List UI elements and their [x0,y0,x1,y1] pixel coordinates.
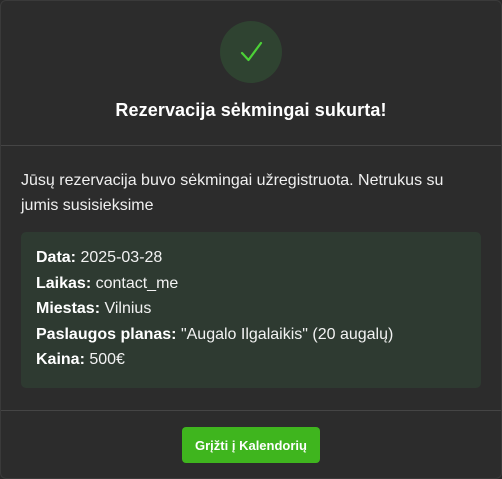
dialog-body: Jūsų rezervacija buvo sėkmingai užregist… [1,146,501,411]
reservation-details-box: Data: 2025-03-28 Laikas: contact_me Mies… [21,232,481,388]
date-value: 2025-03-28 [80,249,163,266]
confirmation-message: Jūsų rezervacija buvo sėkmingai užregist… [21,172,444,214]
price-value: 500€ [89,351,125,368]
reservation-success-dialog: Rezervacija sėkmingai sukurta! Jūsų reze… [0,0,502,479]
city-value: Vilnius [104,300,152,317]
dialog-title: Rezervacija sėkmingai sukurta! [115,100,387,120]
detail-row-date: Data: 2025-03-28 [36,245,466,271]
plan-label: Paslaugos planas: [36,325,177,343]
time-label: Laikas: [36,274,92,292]
price-label: Kaina: [36,351,85,368]
time-value: contact_me [95,274,179,292]
city-label: Miestas: [36,300,101,317]
detail-row-plan: Paslaugos planas: "Augalo Ilgalaikis" (2… [36,322,466,348]
detail-row-price: Kaina: 500€ [36,347,466,373]
dialog-footer: Grįžti į Kalendorių [1,411,501,478]
back-to-calendar-button[interactable]: Grįžti į Kalendorių [182,427,320,463]
checkmark-icon [220,21,282,83]
dialog-header: Rezervacija sėkmingai sukurta! [1,1,501,146]
plan-value: "Augalo Ilgalaikis" (20 augalų) [180,325,394,343]
detail-row-city: Miestas: Vilnius [36,296,466,322]
detail-row-time: Laikas: contact_me [36,271,466,297]
date-label: Data: [36,249,77,266]
